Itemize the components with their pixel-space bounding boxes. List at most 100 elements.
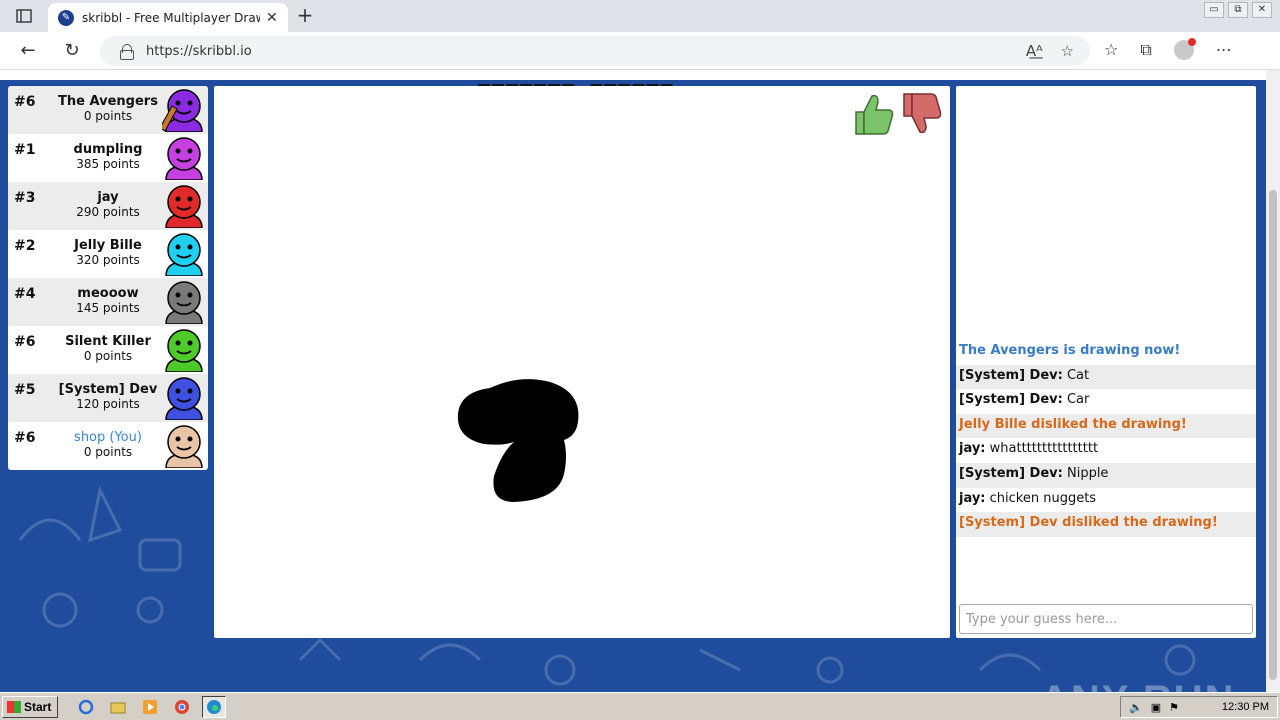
player-info: dumpling 385 points — [48, 142, 168, 171]
page-scrollbar[interactable] — [1266, 70, 1280, 692]
player-avatar-icon — [162, 89, 203, 132]
player-row[interactable]: #6 shop (You) 0 points — [8, 422, 208, 470]
player-row[interactable]: #4 meooow 145 points — [8, 278, 208, 326]
player-rank: #3 — [14, 190, 36, 206]
scrollbar-thumb[interactable] — [1269, 190, 1277, 680]
chat-author: [System] Dev: — [959, 392, 1063, 408]
quick-launch — [74, 695, 227, 718]
window-controls: ▭ ⧉ ✕ — [1204, 2, 1272, 18]
player-avatar-icon — [165, 281, 203, 324]
player-points: 0 points — [83, 109, 133, 123]
lock-icon — [120, 44, 134, 60]
player-name: [System] Dev — [58, 382, 158, 397]
windows-logo-icon — [7, 700, 21, 713]
favorites-icon[interactable]: ☆ — [1104, 40, 1118, 60]
new-tab-button[interactable]: + — [294, 5, 316, 27]
player-list: #6 The Avengers 0 points #1 dumpling 385… — [8, 86, 208, 470]
player-points: 385 points — [76, 157, 140, 171]
internet-explorer-icon[interactable] — [74, 696, 98, 718]
chat-text: [System] Dev disliked the drawing! — [959, 515, 1218, 531]
player-name: dumpling — [73, 142, 143, 157]
browser-tab[interactable]: ✎ skribbl - Free Multiplayer Drawing ✕ — [48, 3, 288, 32]
player-info: shop (You) 0 points — [48, 430, 168, 459]
chat-author: [System] Dev: — [959, 465, 1063, 481]
player-rank: #4 — [14, 286, 36, 302]
player-points: 120 points — [76, 397, 140, 411]
player-rank: #5 — [14, 382, 36, 398]
tab-actions-icon[interactable] — [12, 6, 36, 26]
player-avatar-icon — [165, 137, 203, 180]
start-label: Start — [24, 699, 52, 714]
add-favorite-icon[interactable]: ☆ — [1061, 42, 1074, 60]
chat-message: Jelly Bille disliked the drawing! — [956, 413, 1256, 439]
tab-title: skribbl - Free Multiplayer Drawing — [82, 10, 260, 25]
skribbl-page: _______ ______ #6 The Avengers 0 points … — [0, 70, 1266, 692]
player-row[interactable]: #5 [System] Dev 120 points — [8, 374, 208, 422]
system-tray: 🔈 ▣ ⚑ 12:30 PM — [1120, 696, 1278, 718]
windows-taskbar: Start 🔈 ▣ ⚑ 12:30 PM — [0, 692, 1280, 720]
chat-message: [System] Dev: Cat — [956, 364, 1256, 390]
player-name: shop (You) — [74, 430, 142, 445]
player-row[interactable]: #2 Jelly Bille 320 points — [8, 230, 208, 278]
volume-icon[interactable]: 🔈 — [1129, 701, 1143, 714]
chat-text: Car — [1062, 392, 1090, 408]
player-avatar-icon — [165, 425, 203, 468]
back-arrow-icon[interactable]: ← — [16, 40, 40, 62]
close-window-button[interactable]: ✕ — [1252, 2, 1272, 18]
profile-avatar[interactable] — [1173, 38, 1196, 60]
player-row[interactable]: #3 jay 290 points — [8, 182, 208, 230]
word-hint: _______ ______ — [478, 70, 675, 86]
thumbs-up-icon[interactable] — [852, 90, 896, 138]
clock: 12:30 PM — [1221, 701, 1269, 713]
edge-icon[interactable] — [202, 695, 227, 718]
drawing-blob — [457, 379, 579, 502]
player-rank: #2 — [14, 238, 36, 254]
player-info: jay 290 points — [48, 190, 168, 219]
chat-text: whatttttttttttttttt — [985, 441, 1099, 457]
chat-messages: The Avengers is drawing now! [System] Dev… — [956, 340, 1256, 537]
folder-icon[interactable] — [106, 696, 130, 718]
thumbs-down-icon[interactable] — [900, 90, 944, 138]
collections-icon[interactable]: ⧉ — [1140, 40, 1151, 60]
read-aloud-icon[interactable]: A͟ᴬ — [1026, 42, 1043, 60]
browser-titlebar: ✎ skribbl - Free Multiplayer Drawing ✕ +… — [0, 0, 1280, 32]
tab-close-icon[interactable]: ✕ — [266, 10, 278, 26]
chat-author: [System] Dev: — [959, 367, 1063, 383]
guess-input[interactable] — [959, 604, 1253, 634]
player-row[interactable]: #6 The Avengers 0 points — [8, 86, 208, 134]
player-avatar-icon — [165, 233, 203, 276]
player-row[interactable]: #6 Silent Killer 0 points — [8, 326, 208, 374]
more-options-icon[interactable]: ⋯ — [1216, 40, 1232, 60]
chat-message: [System] Dev disliked the drawing! — [956, 512, 1256, 537]
player-points: 320 points — [76, 253, 140, 267]
start-button[interactable]: Start — [2, 695, 59, 718]
player-name: meooow — [77, 286, 139, 301]
chat-message: [System] Dev: Nipple — [956, 462, 1256, 488]
player-points: 290 points — [76, 205, 140, 219]
player-row[interactable]: #1 dumpling 385 points — [8, 134, 208, 182]
player-points: 145 points — [76, 301, 140, 315]
browser-tools: ☆ ⧉ ⋯ — [1104, 38, 1232, 60]
chrome-icon[interactable] — [170, 696, 194, 718]
restore-button[interactable]: ⧉ — [1228, 2, 1248, 18]
address-bar[interactable]: https://skribbl.io A͟ᴬ ☆ — [100, 36, 1090, 66]
media-player-icon[interactable] — [138, 696, 162, 718]
player-rank: #6 — [14, 430, 36, 446]
player-rank: #6 — [14, 94, 36, 110]
chat-message: jay: whatttttttttttttttt — [956, 438, 1256, 463]
chat-message: [System] Dev: Car — [956, 389, 1256, 414]
drawing-canvas[interactable] — [214, 86, 950, 638]
network-icon[interactable]: ▣ — [1151, 701, 1161, 714]
address-bar-actions: A͟ᴬ ☆ — [1026, 42, 1074, 60]
player-rank: #6 — [14, 334, 36, 350]
browser-toolbar: ← ↻ https://skribbl.io A͟ᴬ ☆ ☆ ⧉ ⋯ — [0, 32, 1280, 70]
chat-text: Cat — [1062, 367, 1090, 383]
player-points: 0 points — [83, 445, 133, 459]
flag-icon[interactable]: ⚑ — [1169, 701, 1179, 714]
player-info: Jelly Bille 320 points — [48, 238, 168, 267]
refresh-icon[interactable]: ↻ — [60, 40, 84, 62]
minimize-button[interactable]: ▭ — [1204, 2, 1224, 18]
player-name: Jelly Bille — [74, 238, 142, 253]
player-name: jay — [97, 190, 119, 205]
chat-text: The Avengers is drawing now! — [959, 343, 1181, 358]
